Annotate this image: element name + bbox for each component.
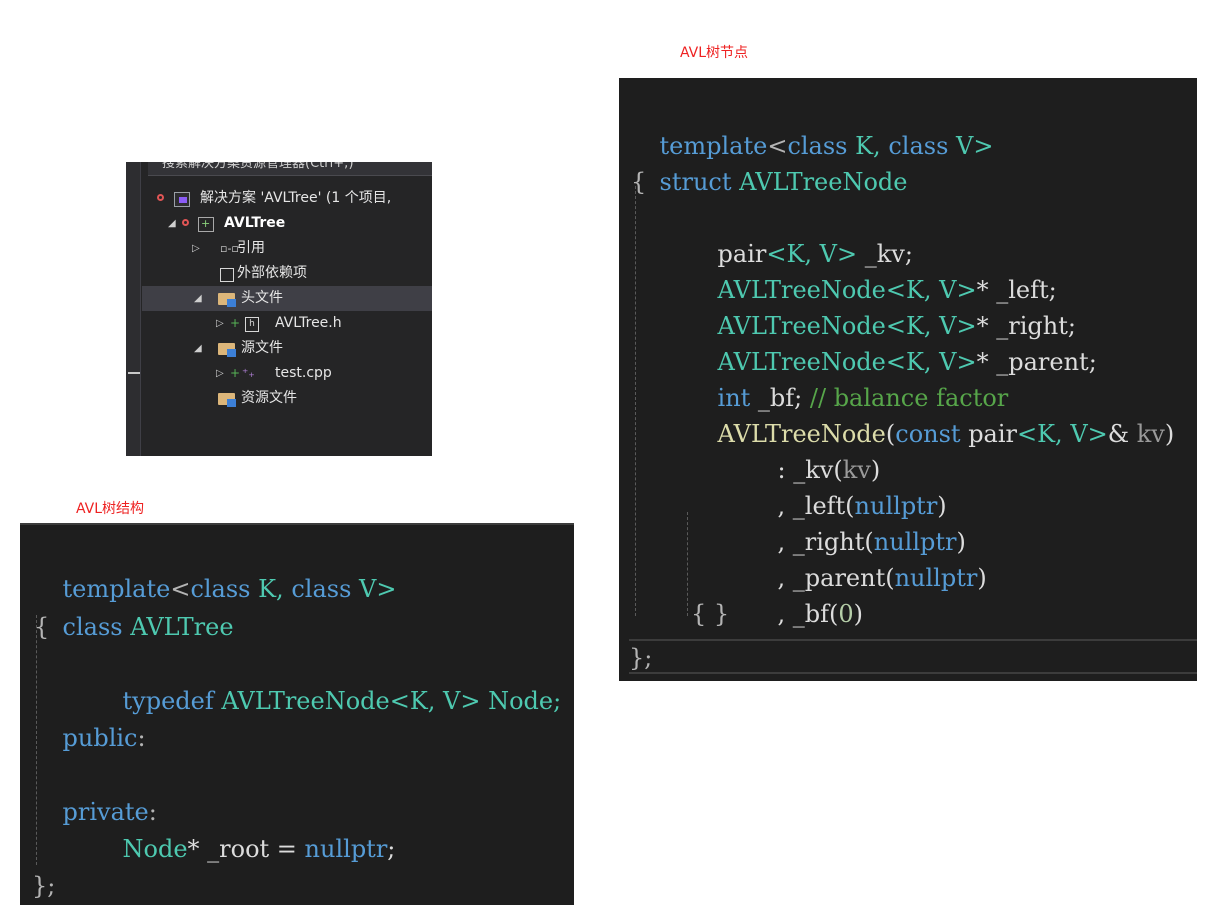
- cpp-file-icon: ⁺₊: [242, 366, 255, 380]
- references-label: 引用: [237, 240, 265, 256]
- collapsed-arrow-icon[interactable]: ▷: [192, 236, 200, 261]
- code-line: class AVLTree: [62, 613, 234, 641]
- code-line: };: [629, 639, 1197, 674]
- code-line: };: [32, 872, 56, 900]
- tree-item-project[interactable]: ◢ AVLTree: [142, 211, 432, 236]
- source-folder-label: 源文件: [241, 340, 283, 356]
- code-line: AVLTreeNode<K, V>* _parent;: [717, 348, 1097, 376]
- header-file-icon: h: [245, 317, 259, 332]
- tree-item-solution[interactable]: 解决方案 'AVLTree' (1 个项目,: [142, 186, 432, 211]
- solution-search-input[interactable]: 搜索解决方案资源管理器(Ctrl+;): [148, 162, 432, 176]
- avl-node-code-panel: template<class K, class V> struct AVLTre…: [619, 78, 1197, 681]
- source-file-label: test.cpp: [275, 365, 332, 381]
- code-line: template<class K, class V>: [659, 132, 994, 160]
- tree-item-source-folder[interactable]: ◢ 源文件: [142, 336, 432, 361]
- code-line: struct AVLTreeNode: [659, 168, 908, 196]
- status-dot-icon: [182, 219, 189, 226]
- code-line: AVLTreeNode<K, V>* _left;: [717, 276, 1057, 304]
- tree-item-external-deps[interactable]: 外部依赖项: [142, 261, 432, 286]
- code-line: , _bf(0): [777, 600, 864, 628]
- code-line: typedef AVLTreeNode<K, V> Node;: [122, 687, 562, 715]
- collapsed-arrow-icon[interactable]: ▷: [216, 361, 224, 386]
- code-line: {: [34, 613, 50, 641]
- code-line: int _bf; // balance factor: [717, 384, 1009, 412]
- project-label: AVLTree: [224, 215, 286, 231]
- code-line: Node* _root = nullptr;: [122, 835, 396, 863]
- tree-item-header-folder[interactable]: ◢ 头文件: [142, 286, 432, 311]
- status-dot-icon: [157, 194, 164, 201]
- added-file-icon: +: [230, 316, 241, 330]
- splitter-marker[interactable]: [128, 372, 140, 374]
- external-deps-icon: [220, 268, 234, 282]
- solution-label: 解决方案 'AVLTree' (1 个项目,: [200, 190, 392, 206]
- avl-tree-code-panel: template<class K, class V> class AVLTree…: [20, 523, 574, 905]
- explorer-left-gutter: [126, 162, 141, 456]
- filter-folder-icon: [218, 293, 236, 307]
- caption-avl-node: AVL树节点: [680, 45, 749, 61]
- header-file-label: AVLTree.h: [275, 315, 342, 331]
- code-line: { }: [691, 600, 730, 628]
- code-line: , _right(nullptr): [777, 528, 966, 556]
- filter-folder-icon: [218, 343, 236, 357]
- header-folder-label: 头文件: [241, 290, 283, 306]
- tree-item-resource-folder[interactable]: 资源文件: [142, 386, 432, 411]
- solution-icon: [174, 192, 190, 207]
- added-file-icon: +: [230, 366, 241, 380]
- indent-guide: [635, 186, 636, 616]
- panel-top-border: [20, 523, 574, 525]
- code-line: pair<K, V> _kv;: [717, 240, 913, 268]
- resource-folder-label: 资源文件: [241, 390, 297, 406]
- external-deps-label: 外部依赖项: [237, 265, 307, 281]
- expanded-arrow-icon[interactable]: ◢: [194, 286, 202, 311]
- solution-explorer: 搜索解决方案资源管理器(Ctrl+;) 解决方案 'AVLTree' (1 个项…: [126, 162, 432, 456]
- indent-guide: [687, 512, 688, 616]
- tree-item-references[interactable]: ▷ ▫-▫ 引用: [142, 236, 432, 261]
- code-line: AVLTreeNode<K, V>* _right;: [717, 312, 1076, 340]
- code-line: AVLTreeNode(const pair<K, V>& kv): [717, 420, 1175, 448]
- code-line: public:: [62, 724, 146, 752]
- expanded-arrow-icon[interactable]: ◢: [194, 336, 202, 361]
- expanded-arrow-icon[interactable]: ◢: [168, 211, 176, 236]
- filter-folder-icon: [218, 393, 236, 407]
- tree-item-header-file[interactable]: ▷ + h AVLTree.h: [142, 311, 432, 336]
- code-line: , _left(nullptr): [777, 492, 947, 520]
- code-line: private:: [62, 798, 157, 826]
- collapsed-arrow-icon[interactable]: ▷: [216, 311, 224, 336]
- code-line: : _kv(kv): [777, 456, 881, 484]
- tree-item-source-file[interactable]: ▷ + ⁺₊ test.cpp: [142, 361, 432, 386]
- project-icon: [198, 211, 214, 236]
- code-line: {: [631, 168, 647, 196]
- code-line: , _parent(nullptr): [777, 564, 987, 592]
- caption-avl-tree: AVL树结构: [76, 501, 145, 517]
- code-line: template<class K, class V>: [62, 575, 397, 603]
